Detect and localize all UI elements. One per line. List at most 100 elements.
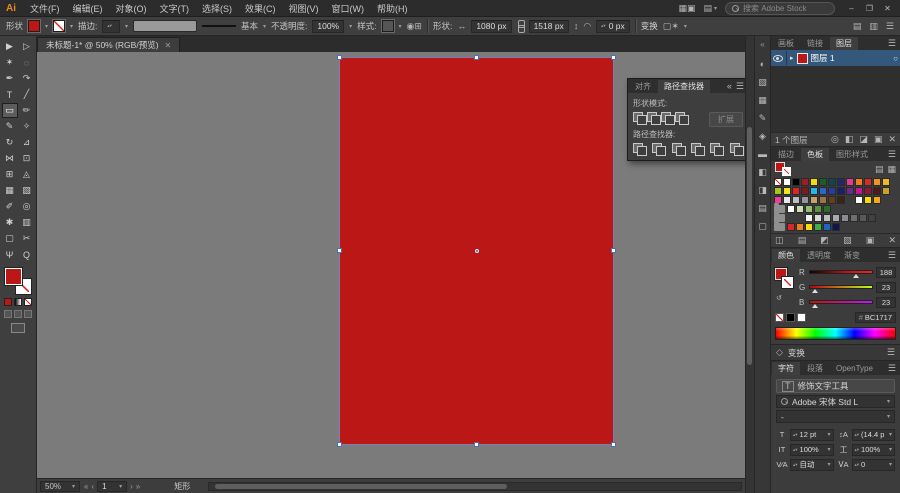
swatch-options-icon[interactable]: ◩	[820, 236, 829, 245]
color-swatch[interactable]	[828, 196, 836, 204]
selection-handle[interactable]	[611, 248, 616, 253]
stepper-icon[interactable]: ▴▾	[855, 462, 860, 467]
none-swatch[interactable]	[775, 313, 784, 322]
appearance-panel-icon[interactable]: ◐	[760, 60, 765, 69]
color-spectrum-bar[interactable]	[775, 327, 896, 340]
color-swatch[interactable]	[819, 196, 827, 204]
new-swatch-icon[interactable]: ▣	[866, 236, 875, 245]
color-swatch[interactable]	[882, 187, 890, 195]
pen-tool[interactable]: ✒	[2, 71, 18, 86]
screen-mode-button[interactable]	[11, 323, 25, 333]
leading-field-input[interactable]: ▴▾ (14.4 p ▾	[851, 428, 895, 441]
visibility-eye-icon[interactable]	[773, 54, 783, 62]
magic-wand-tool[interactable]: ✶	[2, 55, 18, 70]
color-swatch[interactable]	[832, 214, 840, 222]
menu-effect[interactable]: 效果(C)	[239, 1, 282, 16]
minus-back-icon[interactable]	[729, 143, 744, 156]
color-swatch[interactable]	[774, 187, 782, 195]
channel-slider[interactable]	[809, 298, 873, 308]
menu-view[interactable]: 视图(V)	[283, 1, 325, 16]
shape-width-field[interactable]: 1080 px	[471, 19, 512, 33]
color-swatch[interactable]	[868, 214, 876, 222]
vertical-scrollbar[interactable]	[745, 36, 754, 493]
curvature-tool[interactable]: ↷	[19, 71, 35, 86]
expand-dock-icon[interactable]: «	[760, 40, 764, 49]
transform-link[interactable]: 变换	[641, 20, 658, 32]
brush-definition-dropdown[interactable]	[132, 20, 197, 32]
locate-object-icon[interactable]: ◎	[831, 135, 839, 144]
shape-height-field[interactable]: 1518 px	[528, 19, 569, 33]
font-size-field-input[interactable]: ▴▾ 12 pt ▾	[790, 428, 834, 441]
color-swatch[interactable]	[805, 214, 813, 222]
layer-name[interactable]: 图层 1	[811, 52, 891, 64]
vertical-scrollbar-thumb[interactable]	[747, 127, 752, 366]
panel-menu-icon[interactable]: ☰	[888, 364, 896, 373]
vertical-scale-field-input[interactable]: ▴▾ 100% ▾	[790, 443, 834, 456]
direct-selection-tool[interactable]: ▷	[19, 39, 35, 54]
tab-character[interactable]: 字符	[772, 362, 800, 375]
chevron-down-icon[interactable]: ▾	[827, 446, 830, 453]
chevron-down-icon[interactable]: ▾	[827, 461, 830, 468]
color-swatch[interactable]	[823, 214, 831, 222]
tab-opentype[interactable]: OpenType	[830, 362, 879, 375]
red-rectangle-object[interactable]	[337, 55, 616, 447]
selection-tool[interactable]: ▶	[2, 39, 18, 54]
recolor-artwork-icon[interactable]: ◉	[407, 22, 415, 31]
color-swatch[interactable]	[837, 187, 845, 195]
chevron-down-icon[interactable]: ▾	[70, 23, 73, 30]
free-transform-tool[interactable]: ⊡	[19, 151, 35, 166]
make-clip-mask-icon[interactable]: ◧	[845, 135, 854, 144]
canvas[interactable]: 对齐 路径查找器 « ☰ 形状模式: 扩展 路径查找器:	[37, 52, 745, 478]
color-swatch[interactable]	[783, 178, 791, 186]
stepper-icon[interactable]: ▴▾	[793, 447, 798, 452]
zoom-level-dropdown[interactable]: 50% ▾	[40, 480, 80, 492]
shaper-tool[interactable]: ✧	[19, 119, 35, 134]
color-swatch[interactable]	[819, 178, 827, 186]
fill-swatch[interactable]	[4, 267, 23, 286]
eyedropper-tool[interactable]: ✐	[2, 199, 18, 214]
layer-thumbnail[interactable]	[796, 52, 808, 64]
channel-value-field[interactable]: 23	[876, 297, 896, 308]
color-swatch[interactable]	[846, 187, 854, 195]
link-dimensions-icon[interactable]	[517, 20, 525, 33]
chevron-down-icon[interactable]: ▾	[889, 446, 892, 453]
delete-layer-icon[interactable]: ✕	[888, 135, 896, 144]
color-swatch[interactable]	[823, 205, 831, 213]
rotate-tool[interactable]: ↻	[2, 135, 18, 150]
color-swatch[interactable]	[837, 178, 845, 186]
menu-file[interactable]: 文件(F)	[24, 1, 66, 16]
mesh-tool[interactable]: ▦	[2, 183, 18, 198]
workspace-switcher[interactable]: ▤ ▾	[703, 3, 717, 13]
artboard-tool[interactable]: ▢	[2, 231, 18, 246]
menu-select[interactable]: 选择(S)	[196, 1, 238, 16]
panel-menu-icon[interactable]: ☰	[887, 348, 895, 357]
draw-behind-button[interactable]	[14, 310, 22, 318]
selection-handle[interactable]	[611, 442, 616, 447]
graphic-style-swatch[interactable]	[380, 19, 395, 33]
selection-handle[interactable]	[611, 55, 616, 60]
close-tab-icon[interactable]: ✕	[165, 41, 172, 50]
color-swatch[interactable]	[832, 223, 840, 231]
menu-edit[interactable]: 编辑(E)	[67, 1, 109, 16]
color-swatch[interactable]	[873, 196, 881, 204]
color-swatch[interactable]	[810, 187, 818, 195]
swap-fill-stroke-icon[interactable]: ↺	[776, 294, 782, 302]
chevron-down-icon[interactable]: ▾	[125, 23, 128, 30]
color-swatch[interactable]	[819, 187, 827, 195]
grid-view-icon[interactable]: ▦	[887, 164, 896, 174]
layer-row[interactable]: ▸ 图层 1 ○	[771, 50, 900, 66]
intersect-icon[interactable]	[661, 112, 675, 125]
transparency-panel-icon[interactable]: ◨	[758, 186, 767, 195]
brush-style-value[interactable]: 基本	[241, 20, 258, 32]
rectangle-tool[interactable]: ▭	[1, 103, 18, 118]
tab-pathfinder[interactable]: 路径查找器	[658, 80, 710, 93]
close-button[interactable]: ✕	[879, 3, 896, 14]
color-swatch[interactable]	[873, 187, 881, 195]
draw-inside-button[interactable]	[24, 310, 32, 318]
font-style-field[interactable]: - ▾	[776, 410, 895, 423]
layer-list-empty[interactable]	[771, 66, 900, 132]
selection-handle[interactable]	[337, 248, 342, 253]
expand-layer-icon[interactable]: ▸	[790, 54, 794, 62]
gradient-tool[interactable]: ▧	[19, 183, 35, 198]
color-swatch[interactable]	[796, 223, 804, 231]
